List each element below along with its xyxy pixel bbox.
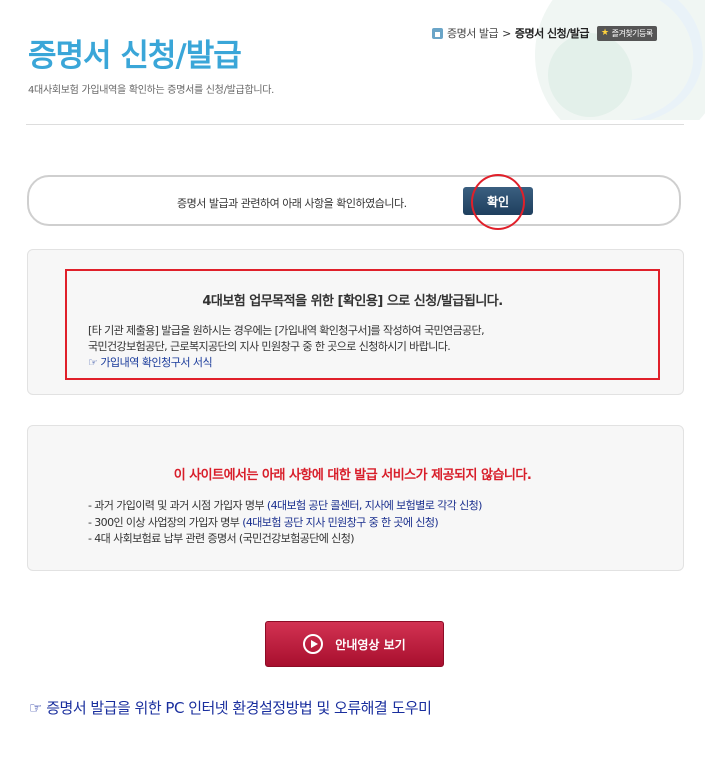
warning-title: 이 사이트에서는 아래 사항에 대한 발급 서비스가 제공되지 않습니다. (173, 468, 532, 483)
confirm-box: 증명서 발급과 관련하여 아래 사항을 확인하였습니다. 확인 (27, 175, 681, 226)
notice-title: 4대보험 업무목적을 위한 [확인용] 으로 신청/발급됩니다. (202, 294, 503, 309)
warning-item: - 300인 이상 사업장의 가입자 명부 (4대보험 공단 지사 민원창구 중… (88, 514, 439, 530)
warning-item: - 과거 가입이력 및 과거 시점 가입자 명부 (4대보험 공단 콜센터, 지… (88, 497, 482, 513)
play-icon (303, 634, 324, 654)
bookmark-button[interactable]: ★ 즐겨찾기등록 (597, 25, 657, 41)
confirm-button[interactable]: 확인 (463, 187, 533, 215)
pc-setup-help-link[interactable]: ☞ 증명서 발급을 위한 PC 인터넷 환경설정방법 및 오류해결 도우미 (29, 697, 432, 718)
breadcrumb-parent[interactable]: 증명서 발급 (447, 25, 499, 41)
breadcrumb-separator: > (502, 26, 511, 40)
warning-item-text: - 4대 사회보험료 납부 관련 증명서 (국민건강보험공단에 신청) (88, 532, 355, 545)
star-icon: ★ (601, 28, 609, 38)
form-download-link[interactable]: ☞ 가입내역 확인청구서 서식 (88, 354, 213, 370)
header-divider (26, 124, 684, 125)
warning-item: - 4대 사회보험료 납부 관련 증명서 (국민건강보험공단에 신청) (88, 530, 355, 546)
background-emblem (480, 0, 705, 120)
breadcrumb: 증명서 발급 > 증명서 신청/발급 ★ 즐겨찾기등록 (432, 25, 657, 41)
notice-line-1: [타 기관 제출용] 발급을 원하시는 경우에는 [가입내역 확인청구서]를 작… (88, 324, 485, 337)
warning-item-note: (4대보험 공단 지사 민원창구 중 한 곳에 신청) (242, 516, 439, 529)
page-title: 증명서 신청/발급 (28, 38, 242, 74)
home-icon[interactable] (432, 27, 443, 39)
guide-video-button[interactable]: 안내영상 보기 (265, 621, 444, 667)
confirm-text: 증명서 발급과 관련하여 아래 사항을 확인하였습니다. (177, 197, 407, 210)
warning-item-text: - 과거 가입이력 및 과거 시점 가입자 명부 (88, 499, 267, 512)
notice-line-2: 국민건강보험공단, 근로복지공단의 지사 민원창구 중 한 곳으로 신청하시기 … (88, 340, 451, 353)
warning-item-note: (4대보험 공단 콜센터, 지사에 보험별로 각각 신청) (266, 499, 483, 512)
bookmark-label: 즐겨찾기등록 (611, 28, 654, 38)
warning-item-text: - 300인 이상 사업장의 가입자 명부 (88, 516, 243, 529)
guide-video-label: 안내영상 보기 (335, 637, 406, 652)
breadcrumb-current: 증명서 신청/발급 (514, 27, 590, 40)
page-subtitle: 4대사회보험 가입내역을 확인하는 증명서를 신청/발급합니다. (28, 85, 275, 96)
